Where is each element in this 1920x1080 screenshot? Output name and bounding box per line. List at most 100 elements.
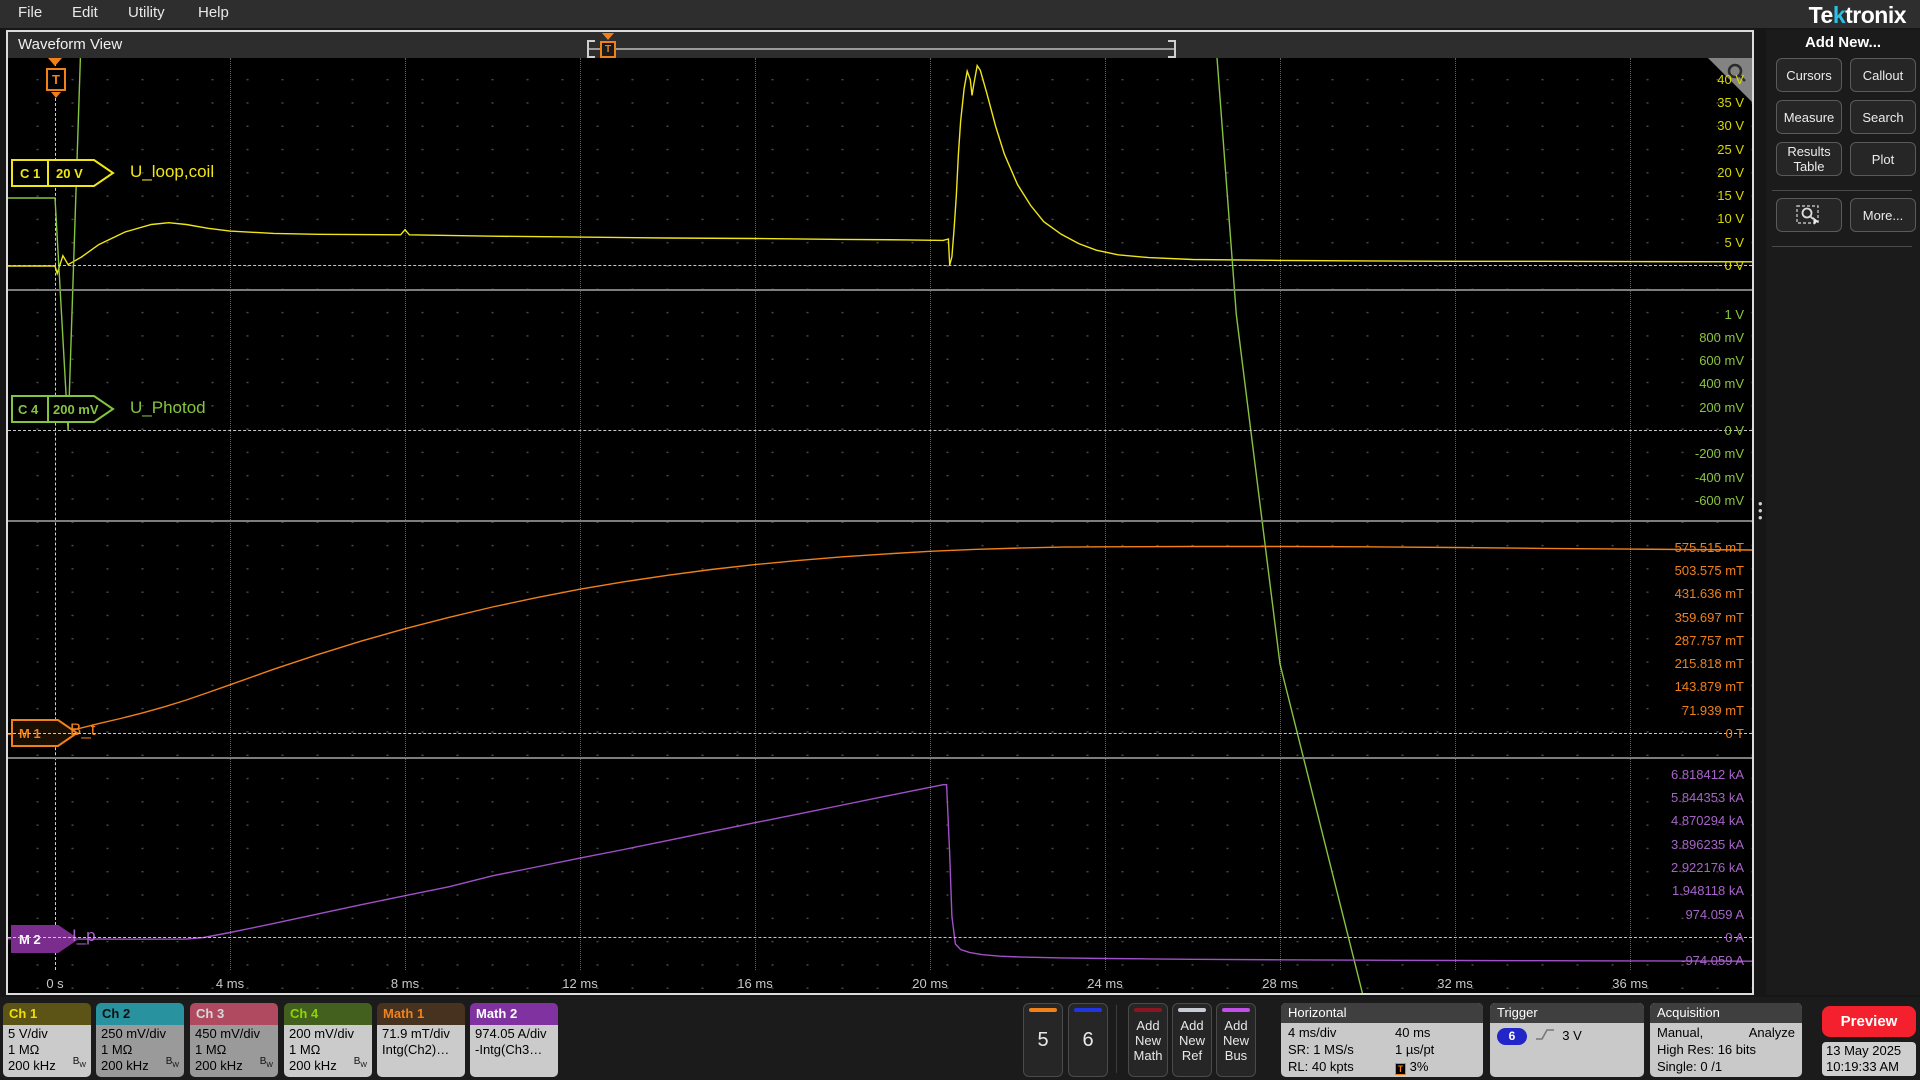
plot-area[interactable]: T C 1 20 V U_loop,coil C 4 200 mV U_Phot…: [8, 58, 1752, 993]
x-gridline: [1455, 58, 1456, 970]
svg-text:C 4: C 4: [18, 402, 39, 417]
callout-button[interactable]: Callout: [1850, 58, 1916, 92]
trace-label-uloopcoil[interactable]: U_loop,coil: [130, 162, 214, 182]
y-tick-label: 35 V: [1717, 94, 1744, 110]
x-tick-label: 32 ms: [1437, 976, 1473, 991]
badge-math2[interactable]: Math 2 974.05 A/div -Intg(Ch3…: [470, 1003, 558, 1077]
badge-ch1[interactable]: Ch 1 5 V/div 1 MΩ 200 kHz BW: [3, 1003, 91, 1077]
menu-edit[interactable]: Edit: [72, 4, 98, 21]
trace-label-uphotod[interactable]: U_Photod: [130, 398, 206, 418]
trigger-panel[interactable]: Trigger 6 3 V: [1490, 1003, 1644, 1077]
x-gridline: [580, 58, 581, 970]
menu-bar: File Edit Utility Help Tektronix: [0, 0, 1920, 28]
add-new-bus-button[interactable]: Add New Bus: [1216, 1003, 1256, 1077]
search-button[interactable]: Search: [1850, 100, 1916, 134]
x-tick-label: 0 s: [46, 976, 64, 991]
y-tick-label: 0 V: [1724, 258, 1744, 273]
badge-ch3[interactable]: Ch 3 450 mV/div 1 MΩ 200 kHz BW: [190, 1003, 278, 1077]
trace-label-ip[interactable]: I_p: [72, 926, 96, 946]
plot-button[interactable]: Plot: [1850, 142, 1916, 176]
zero-line: [8, 937, 1752, 938]
menu-utility[interactable]: Utility: [128, 4, 165, 21]
x-tick-label: 4 ms: [215, 976, 245, 991]
overview-right-bracket: [1168, 40, 1176, 58]
acquisition-panel[interactable]: Acquisition Manual, Analyze High Res: 16…: [1650, 1003, 1802, 1077]
math-badge-m2[interactable]: M 2: [10, 924, 80, 954]
y-tick-label: 71.939 mT: [1681, 702, 1744, 718]
x-gridline: [930, 58, 931, 970]
y-tick-label: 600 mV: [1699, 353, 1744, 369]
oscilloscope-app: File Edit Utility Help Tektronix Wavefor…: [0, 0, 1920, 1080]
channel-badge-c1[interactable]: C 1 20 V: [10, 158, 116, 188]
channel-6-button[interactable]: 6: [1068, 1003, 1108, 1077]
zero-line: [8, 733, 1752, 734]
y-tick-label: 0 V: [1724, 423, 1744, 438]
y-tick-label: -400 mV: [1694, 469, 1744, 485]
y-tick-label: 1.948118 kA: [1671, 883, 1744, 899]
x-gridline: [230, 58, 231, 970]
x-gridline: [1280, 58, 1281, 970]
trace-c4: [8, 58, 1364, 993]
overview-line: [587, 48, 1176, 50]
tektronix-logo: Tektronix: [1808, 2, 1907, 28]
settings-bar: Ch 1 5 V/div 1 MΩ 200 kHz BW Ch 2 250 mV/di…: [0, 997, 1920, 1080]
y-tick-label: 30 V: [1717, 118, 1744, 134]
y-tick-label: 400 mV: [1699, 376, 1744, 392]
trigger-triangle-icon: [602, 33, 614, 40]
ref-color-stripe: [1178, 1008, 1206, 1012]
panel-splitter-grip[interactable]: • • •: [1758, 497, 1763, 524]
y-tick-label: 503.575 mT: [1674, 562, 1744, 578]
channel-badge-c4[interactable]: C 4 200 mV: [10, 394, 116, 424]
measure-button[interactable]: Measure: [1776, 100, 1842, 134]
menu-file[interactable]: File: [18, 4, 42, 21]
svg-text:M 2: M 2: [19, 932, 41, 947]
menu-help[interactable]: Help: [198, 4, 229, 21]
channel-5-button[interactable]: 5: [1023, 1003, 1063, 1077]
bandwidth-icon: BW: [72, 1056, 86, 1069]
y-tick-label: -200 mV: [1694, 446, 1744, 462]
channel-5-color-stripe: [1029, 1008, 1057, 1012]
overview-left-bracket: [587, 40, 595, 58]
x-tick-label: 28 ms: [1262, 976, 1298, 991]
y-tick-label: 2.922176 kA: [1670, 860, 1744, 876]
y-tick-label: 359.697 mT: [1674, 609, 1744, 625]
y-tick-label: 10 V: [1717, 211, 1744, 227]
badge-ch4[interactable]: Ch 4 200 mV/div 1 MΩ 200 kHz BW: [284, 1003, 372, 1077]
horizontal-panel[interactable]: Horizontal 4 ms/div 40 ms SR: 1 MS/s 1 µs/…: [1281, 1003, 1483, 1077]
zoom-select-icon: [1796, 205, 1819, 225]
divider: [1116, 1005, 1117, 1073]
trace-label-bt[interactable]: B_t: [70, 720, 96, 740]
bandwidth-icon: BW: [259, 1056, 273, 1069]
badge-math1[interactable]: Math 1 71.9 mT/div Intg(Ch2)…: [377, 1003, 465, 1077]
slice-divider: [8, 520, 1752, 522]
waveform-view: Waveform View T T C 1 20 V U_loop,coil C…: [6, 30, 1754, 995]
x-gridline: [755, 58, 756, 970]
y-tick-label: -974.059 A: [1681, 953, 1744, 969]
svg-text:20 V: 20 V: [56, 166, 83, 181]
y-tick-label: 143.879 mT: [1674, 679, 1744, 695]
horizontal-panel-title: Horizontal: [1281, 1003, 1483, 1023]
y-tick-label: 5.844353 kA: [1670, 790, 1744, 806]
horizontal-overview-bar[interactable]: T: [587, 33, 1176, 58]
bandwidth-icon: BW: [165, 1056, 179, 1069]
sidebar-separator: [1772, 246, 1912, 247]
add-new-ref-button[interactable]: Add New Ref: [1172, 1003, 1212, 1077]
x-tick-label: 16 ms: [737, 976, 773, 991]
more-button[interactable]: More...: [1850, 198, 1916, 232]
preview-button[interactable]: Preview: [1822, 1006, 1916, 1037]
add-new-math-button[interactable]: Add New Math: [1128, 1003, 1168, 1077]
badge-ch2[interactable]: Ch 2 250 mV/div 1 MΩ 200 kHz BW: [96, 1003, 184, 1077]
trigger-pos-icon: T: [1395, 1063, 1406, 1075]
x-tick-label: 12 ms: [562, 976, 598, 991]
y-tick-label: 1 V: [1724, 306, 1744, 322]
x-tick-label: 20 ms: [912, 976, 948, 991]
cursors-button[interactable]: Cursors: [1776, 58, 1842, 92]
trigger-position-marker[interactable]: T: [600, 41, 616, 58]
zoom-select-button[interactable]: [1776, 198, 1842, 232]
trace-m1: [8, 545, 1752, 735]
y-tick-label: 0 A: [1725, 930, 1744, 945]
results-table-button[interactable]: Results Table: [1776, 142, 1842, 176]
x-tick-label: 36 ms: [1612, 976, 1648, 991]
x-tick-label: 24 ms: [1087, 976, 1123, 991]
y-tick-label: -600 mV: [1694, 492, 1744, 508]
